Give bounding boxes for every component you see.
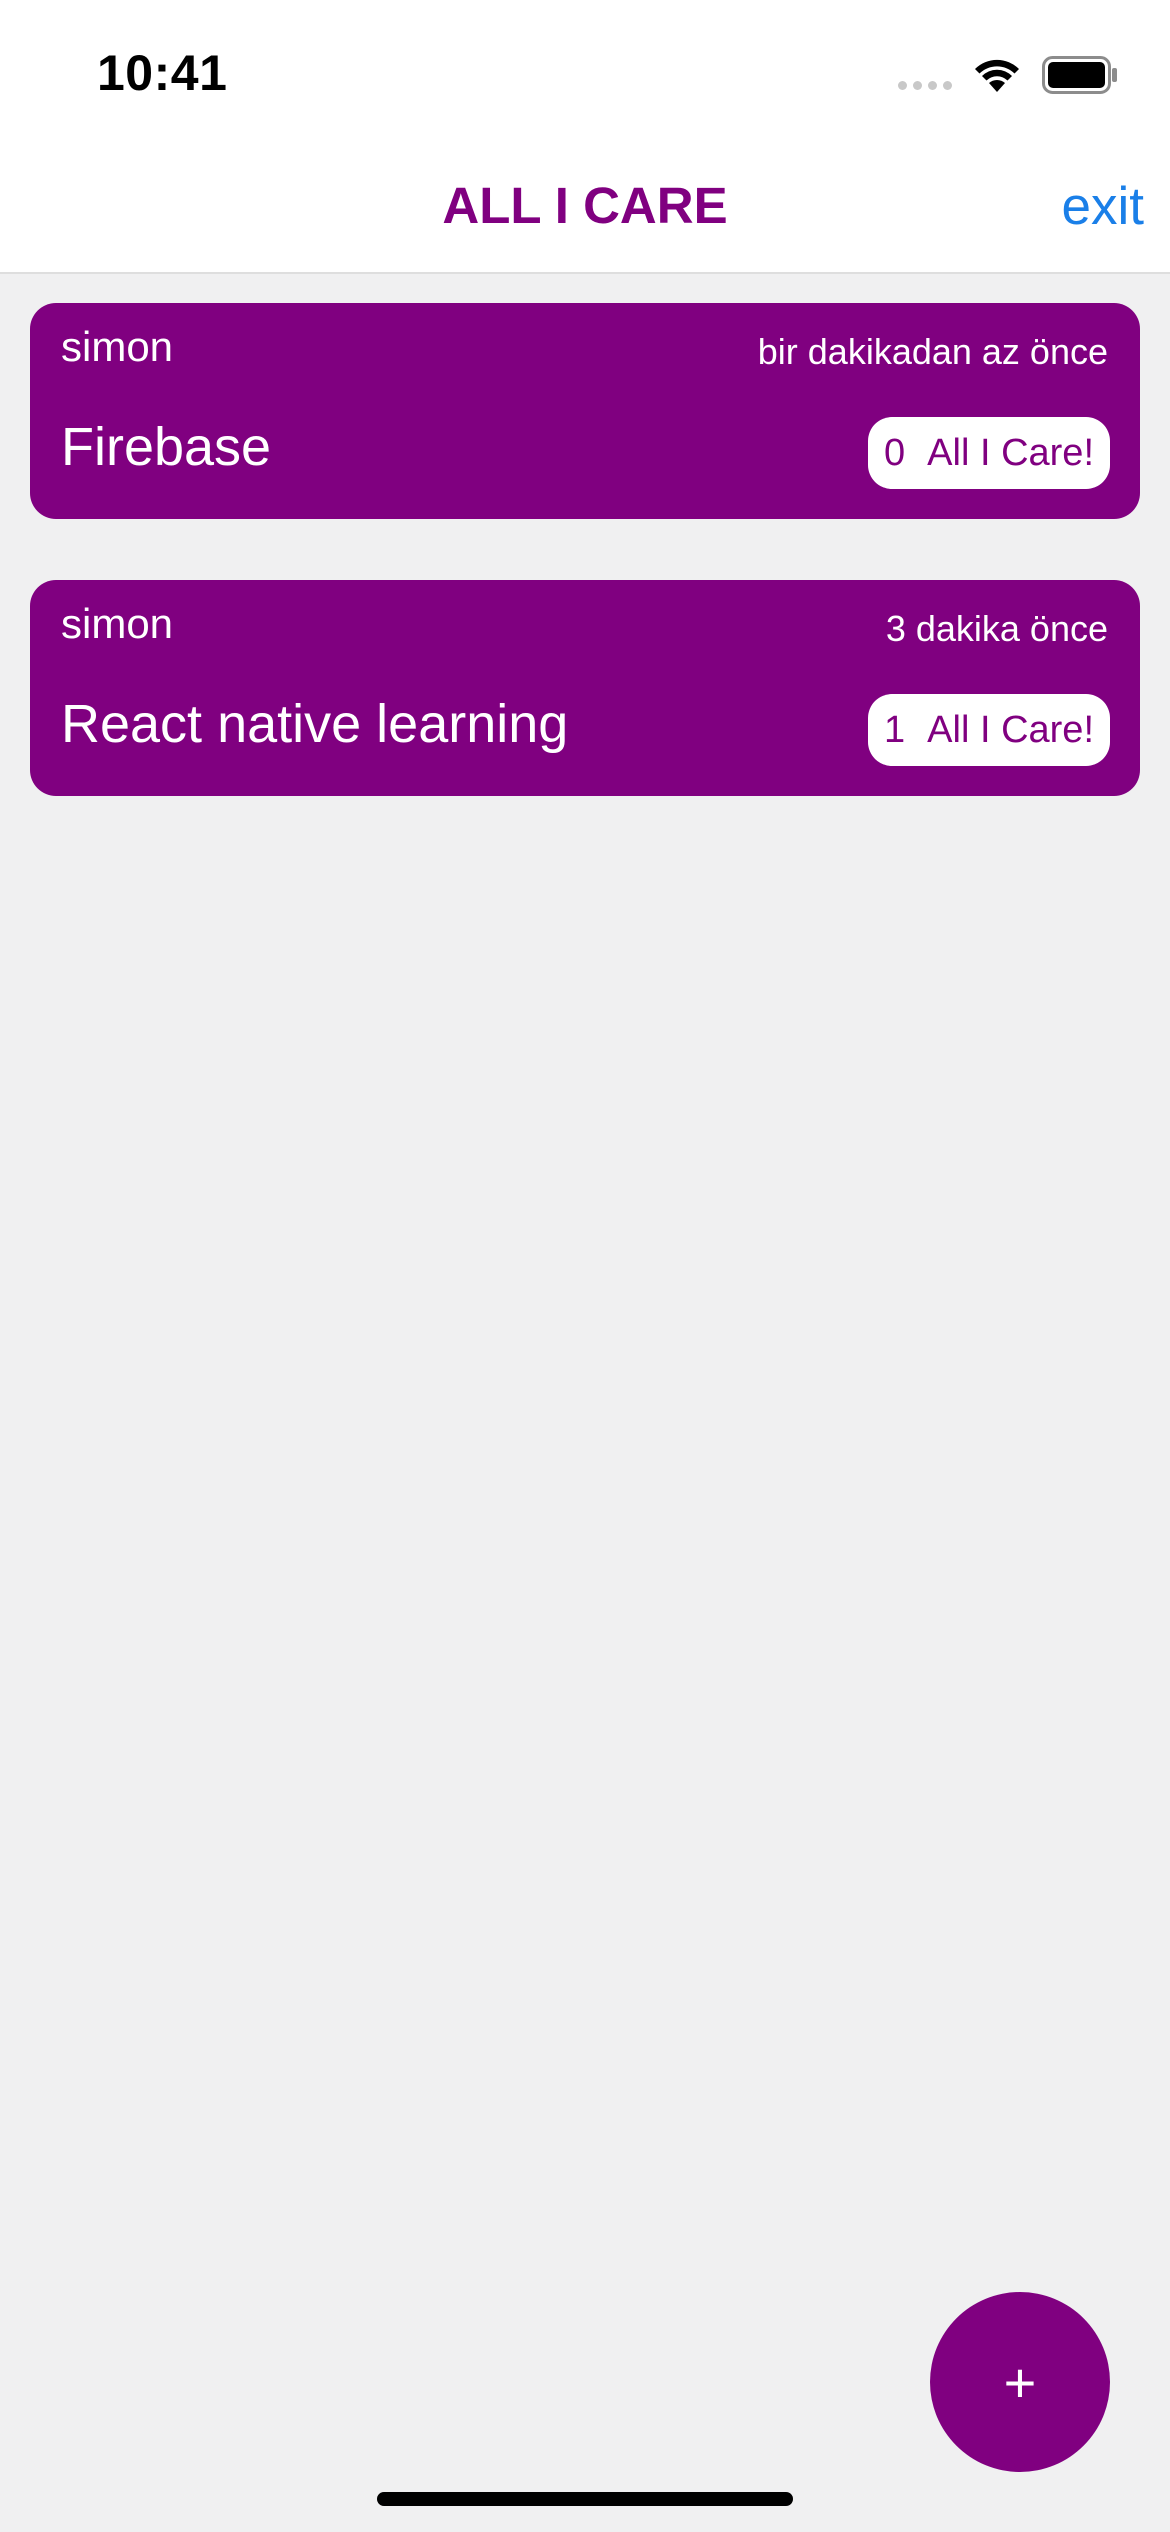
nav-header: ALL I CARE exit: [0, 140, 1170, 274]
post-user: simon: [61, 323, 174, 370]
care-count: 1: [884, 708, 906, 751]
exit-button[interactable]: exit: [1062, 176, 1144, 237]
post-text: React native learning: [61, 694, 569, 754]
care-label: All I Care!: [927, 431, 1094, 474]
app-screen: 10:41 ALL I CARE exit simon bir dakikada…: [0, 0, 1170, 2532]
page-title: ALL I CARE: [442, 177, 728, 234]
wifi-icon: [975, 59, 1019, 92]
signal-icon: [898, 60, 952, 90]
post-time: 3 dakika önce: [885, 608, 1108, 649]
status-bar: 10:41: [0, 0, 1170, 140]
status-time: 10:41: [97, 45, 228, 101]
care-label: All I Care!: [927, 708, 1094, 751]
battery-icon: [1042, 56, 1117, 94]
add-post-button[interactable]: +: [930, 2292, 1110, 2472]
plus-icon: +: [1003, 2350, 1037, 2414]
home-indicator[interactable]: [377, 2492, 793, 2506]
post-card[interactable]: simon bir dakikadan az önce Firebase 0 A…: [30, 303, 1140, 519]
post-user: simon: [61, 600, 174, 647]
status-icons: [898, 52, 1118, 98]
post-card[interactable]: simon 3 dakika önce React native learnin…: [30, 580, 1140, 796]
care-button[interactable]: 0 All I Care!: [868, 417, 1110, 489]
care-count: 0: [884, 431, 906, 474]
care-button[interactable]: 1 All I Care!: [868, 694, 1110, 766]
post-text: Firebase: [61, 417, 272, 477]
post-time: bir dakikadan az önce: [757, 331, 1108, 372]
